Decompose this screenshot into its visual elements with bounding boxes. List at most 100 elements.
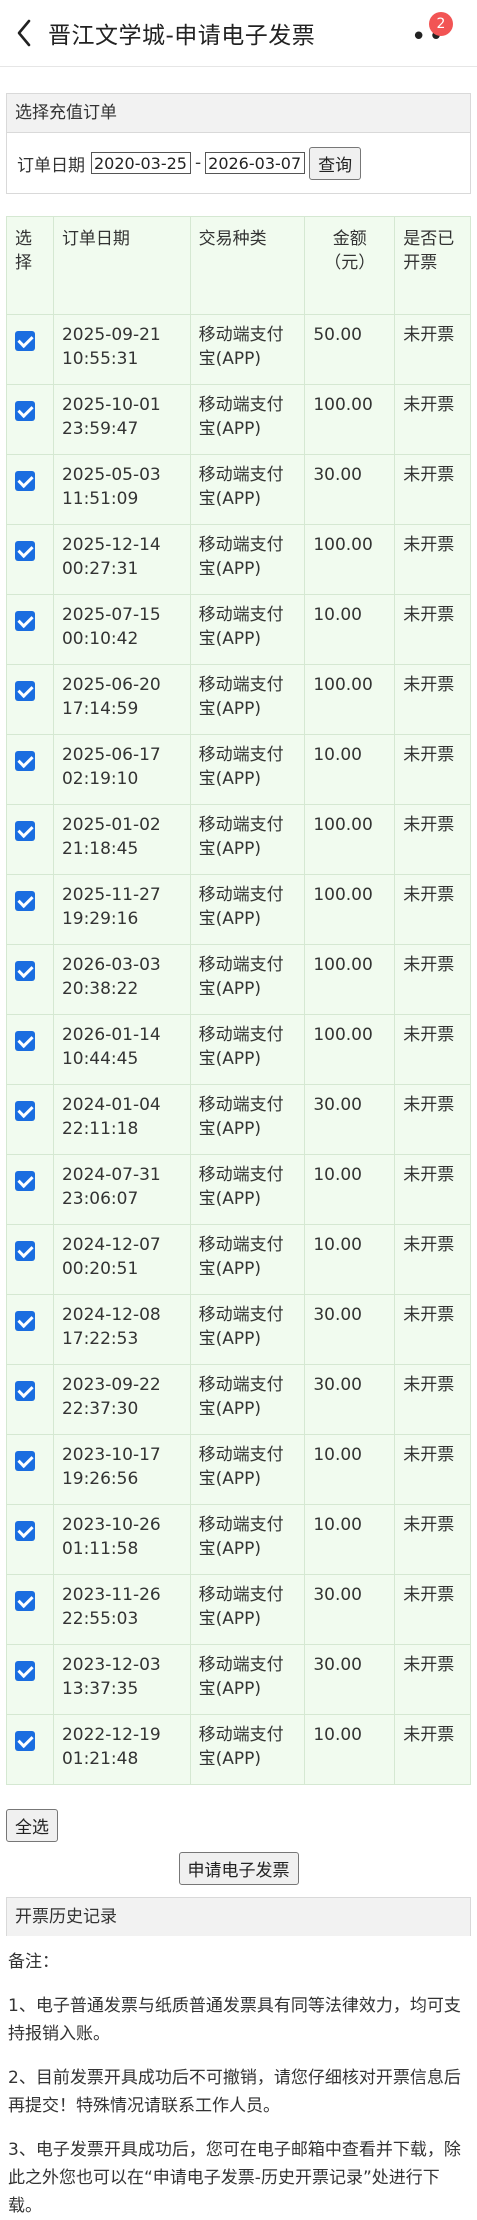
row-select-cell [6,734,54,805]
row-checkbox[interactable] [15,1451,35,1471]
row-date: 2023-11-26 [61,1585,161,1605]
row-time: 22:11:18 [61,1119,139,1139]
table-row[interactable]: 2026-01-14 10:44:45 移动端支付宝(APP) 100.00 未开票 [6,1014,471,1085]
row-type: 移动端支付宝(APP) [189,874,306,945]
row-select-cell [6,1154,54,1225]
history-title[interactable]: 开票历史记录 [7,1898,470,1936]
start-date-input[interactable]: 2020-03-25 [91,152,191,174]
more-button[interactable]: •• 2 [411,12,455,52]
row-checkbox[interactable] [15,751,35,771]
row-date: 2025-07-15 [61,605,161,625]
row-type: 移动端支付宝(APP) [189,734,306,805]
table-row[interactable]: 2025-05-03 11:51:09 移动端支付宝(APP) 30.00 未开票 [6,454,471,525]
table-row[interactable]: 2023-10-17 19:26:56 移动端支付宝(APP) 10.00 未开票 [6,1434,471,1505]
table-header-row: 选择 订单日期 交易种类 金额（元） 是否已开票 [6,216,471,315]
table-row[interactable]: 2025-01-02 21:18:45 移动端支付宝(APP) 100.00 未开票 [6,804,471,875]
apply-invoice-button[interactable]: 申请电子发票 [178,1852,299,1885]
header-date: 订单日期 [52,216,191,315]
table-row[interactable]: 2023-10-26 01:11:58 移动端支付宝(APP) 10.00 未开票 [6,1504,471,1575]
date-label: 订单日期 [17,155,85,176]
table-row[interactable]: 2026-03-03 20:38:22 移动端支付宝(APP) 100.00 未开票 [6,944,471,1015]
header-status: 是否已开票 [394,216,471,315]
row-amount: 10.00 [304,1224,396,1295]
table-row[interactable]: 2022-12-19 01:21:48 移动端支付宝(APP) 10.00 未开票 [6,1714,471,1785]
filter-section-title: 选择充值订单 [7,94,470,133]
row-amount: 100.00 [304,384,396,455]
row-time: 13:37:35 [61,1679,139,1699]
row-amount: 30.00 [304,454,396,525]
row-time: 17:14:59 [61,699,139,719]
table-row[interactable]: 2024-12-07 00:20:51 移动端支付宝(APP) 10.00 未开票 [6,1224,471,1295]
header-type: 交易种类 [189,216,306,315]
row-select-cell [6,1224,54,1295]
row-time: 23:06:07 [61,1189,139,1209]
table-row[interactable]: 2025-11-27 19:29:16 移动端支付宝(APP) 100.00 未开票 [6,874,471,945]
row-checkbox[interactable] [15,1731,35,1751]
row-status: 未开票 [394,1644,471,1715]
row-checkbox[interactable] [15,1171,35,1191]
table-row[interactable]: 2024-07-31 23:06:07 移动端支付宝(APP) 10.00 未开票 [6,1154,471,1225]
row-date: 2023-12-03 [61,1655,161,1675]
row-date-cell: 2023-09-22 22:37:30 [52,1364,191,1435]
row-checkbox[interactable] [15,1311,35,1331]
row-date-cell: 2024-12-07 00:20:51 [52,1224,191,1295]
row-amount: 30.00 [304,1364,396,1435]
row-date: 2024-12-08 [61,1305,161,1325]
row-amount: 100.00 [304,944,396,1015]
table-row[interactable]: 2025-07-15 00:10:42 移动端支付宝(APP) 10.00 未开票 [6,594,471,665]
row-status: 未开票 [394,1014,471,1085]
row-status: 未开票 [394,804,471,875]
row-type: 移动端支付宝(APP) [189,664,306,735]
row-checkbox[interactable] [15,331,35,351]
row-amount: 100.00 [304,874,396,945]
top-bar: 晋江文学城-申请电子发票 •• 2 [0,0,477,67]
row-checkbox[interactable] [15,1241,35,1261]
row-checkbox[interactable] [15,611,35,631]
row-date: 2025-09-21 [61,325,161,345]
row-checkbox[interactable] [15,681,35,701]
row-amount: 30.00 [304,1574,396,1645]
end-date-input[interactable]: 2026-03-07 [205,152,306,174]
table-row[interactable]: 2025-06-17 02:19:10 移动端支付宝(APP) 10.00 未开票 [6,734,471,805]
row-checkbox[interactable] [15,471,35,491]
row-type: 移动端支付宝(APP) [189,1224,306,1295]
query-button[interactable]: 查询 [309,146,362,180]
table-row[interactable]: 2023-12-03 13:37:35 移动端支付宝(APP) 30.00 未开票 [6,1644,471,1715]
table-row[interactable]: 2025-06-20 17:14:59 移动端支付宝(APP) 100.00 未开票 [6,664,471,735]
row-type: 移动端支付宝(APP) [189,594,306,665]
table-row[interactable]: 2023-09-22 22:37:30 移动端支付宝(APP) 30.00 未开票 [6,1364,471,1435]
table-row[interactable]: 2025-10-01 23:59:47 移动端支付宝(APP) 100.00 未开票 [6,384,471,455]
row-checkbox[interactable] [15,1661,35,1681]
row-checkbox[interactable] [15,541,35,561]
row-checkbox[interactable] [15,1101,35,1121]
row-date-cell: 2026-03-03 20:38:22 [52,944,191,1015]
row-date-cell: 2025-05-03 11:51:09 [52,454,191,525]
select-all-button[interactable]: 全选 [6,1809,58,1842]
row-date-cell: 2025-12-14 00:27:31 [52,524,191,595]
row-date: 2023-09-22 [61,1375,161,1395]
row-checkbox[interactable] [15,1381,35,1401]
table-row[interactable]: 2025-12-14 00:27:31 移动端支付宝(APP) 100.00 未开票 [6,524,471,595]
row-checkbox[interactable] [15,821,35,841]
row-status: 未开票 [394,1714,471,1785]
table-row[interactable]: 2025-09-21 10:55:31 移动端支付宝(APP) 50.00 未开票 [6,314,471,385]
back-button[interactable] [4,0,44,66]
notification-badge: 2 [429,12,453,36]
row-status: 未开票 [394,1154,471,1225]
row-status: 未开票 [394,1364,471,1435]
table-row[interactable]: 2024-01-04 22:11:18 移动端支付宝(APP) 30.00 未开票 [6,1084,471,1155]
row-select-cell [6,1014,54,1085]
row-select-cell [6,524,54,595]
row-checkbox[interactable] [15,1031,35,1051]
row-date-cell: 2026-01-14 10:44:45 [52,1014,191,1085]
row-type: 移动端支付宝(APP) [189,944,306,1015]
row-checkbox[interactable] [15,891,35,911]
row-date-cell: 2023-11-26 22:55:03 [52,1574,191,1645]
row-checkbox[interactable] [15,1591,35,1611]
row-checkbox[interactable] [15,961,35,981]
row-amount: 10.00 [304,1154,396,1225]
table-row[interactable]: 2023-11-26 22:55:03 移动端支付宝(APP) 30.00 未开票 [6,1574,471,1645]
row-checkbox[interactable] [15,1521,35,1541]
row-checkbox[interactable] [15,401,35,421]
table-row[interactable]: 2024-12-08 17:22:53 移动端支付宝(APP) 30.00 未开票 [6,1294,471,1365]
